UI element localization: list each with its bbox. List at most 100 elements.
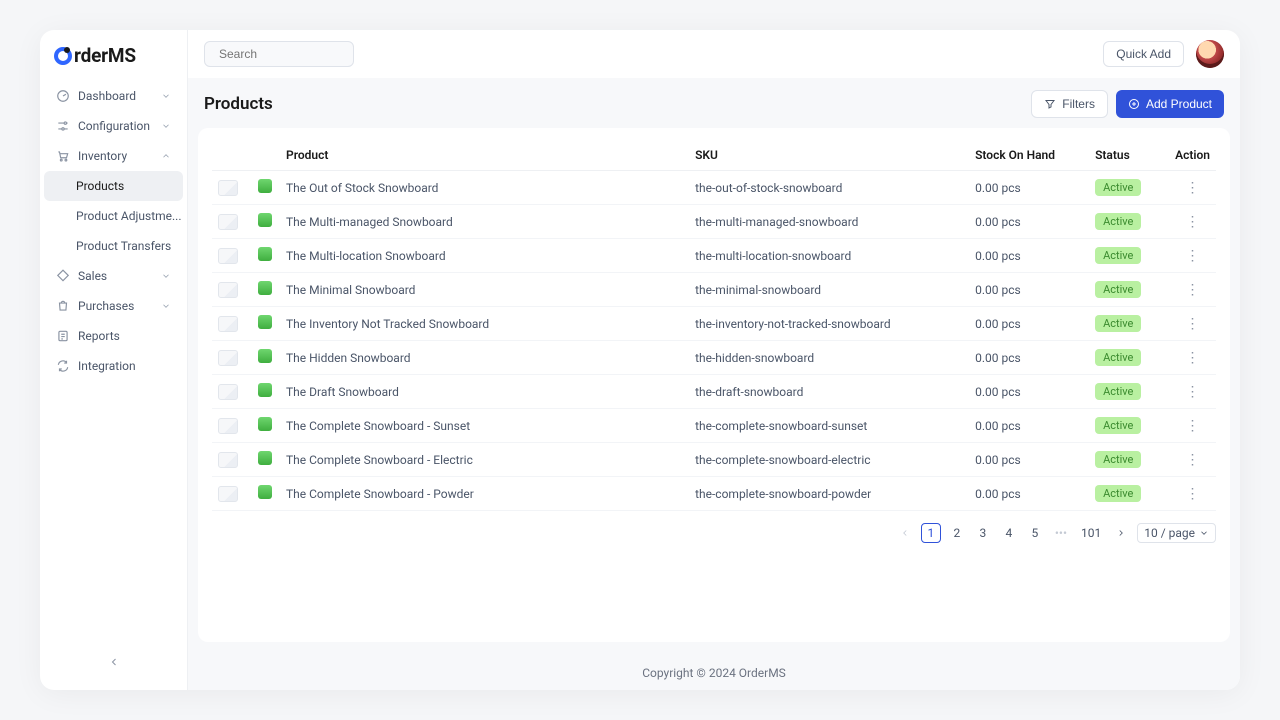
- cell-sku: the-out-of-stock-snowboard: [689, 171, 969, 205]
- cell-stock: 0.00 pcs: [969, 409, 1089, 443]
- shopify-flag-icon: [258, 281, 272, 295]
- main: Quick Add Products Filters Add Product: [188, 30, 1240, 690]
- quick-add-button[interactable]: Quick Add: [1103, 41, 1184, 67]
- table-row[interactable]: The Draft Snowboard the-draft-snowboard …: [212, 375, 1216, 409]
- sidebar-sub-adjustments[interactable]: Product Adjustme...: [44, 201, 183, 231]
- image-placeholder-icon: [218, 214, 238, 230]
- page-ellipsis[interactable]: •••: [1051, 523, 1071, 543]
- page-3[interactable]: 3: [973, 523, 993, 543]
- filters-button[interactable]: Filters: [1031, 90, 1108, 118]
- cell-product: The Inventory Not Tracked Snowboard: [280, 307, 689, 341]
- page-prev[interactable]: [895, 523, 915, 543]
- page-last[interactable]: 101: [1077, 523, 1105, 543]
- cell-product: The Draft Snowboard: [280, 375, 689, 409]
- row-menu-button[interactable]: ⋮: [1186, 316, 1200, 332]
- th-product: Product: [280, 140, 689, 171]
- sidebar-item-configuration[interactable]: Configuration: [44, 111, 183, 141]
- cell-stock: 0.00 pcs: [969, 239, 1089, 273]
- cell-sku: the-complete-snowboard-electric: [689, 443, 969, 477]
- page-header: Products Filters Add Product: [188, 78, 1240, 128]
- row-menu-button[interactable]: ⋮: [1186, 452, 1200, 468]
- image-placeholder-icon: [218, 248, 238, 264]
- sidebar-item-purchases[interactable]: Purchases: [44, 291, 183, 321]
- filters-label: Filters: [1062, 97, 1095, 111]
- shopify-flag-icon: [258, 485, 272, 499]
- topbar: Quick Add: [188, 30, 1240, 78]
- table-row[interactable]: The Minimal Snowboard the-minimal-snowbo…: [212, 273, 1216, 307]
- chevron-down-icon: [161, 301, 171, 311]
- sidebar-sub-products[interactable]: Products: [44, 171, 183, 201]
- sidebar-item-integration[interactable]: Integration: [44, 351, 183, 381]
- add-product-label: Add Product: [1146, 97, 1212, 111]
- brand-mark-icon: [54, 47, 72, 65]
- page-4[interactable]: 4: [999, 523, 1019, 543]
- avatar[interactable]: [1196, 40, 1224, 68]
- row-menu-button[interactable]: ⋮: [1186, 248, 1200, 264]
- table-row[interactable]: The Multi-managed Snowboard the-multi-ma…: [212, 205, 1216, 239]
- sidebar-item-label: Inventory: [78, 149, 127, 163]
- cell-stock: 0.00 pcs: [969, 171, 1089, 205]
- page-next[interactable]: [1111, 523, 1131, 543]
- chevron-down-icon: [161, 271, 171, 281]
- page-size-select[interactable]: 10 / page: [1137, 523, 1216, 543]
- page-5[interactable]: 5: [1025, 523, 1045, 543]
- row-menu-button[interactable]: ⋮: [1186, 486, 1200, 502]
- shopify-flag-icon: [258, 179, 272, 193]
- plus-circle-icon: [1128, 98, 1140, 110]
- table-row[interactable]: The Multi-location Snowboard the-multi-l…: [212, 239, 1216, 273]
- sliders-icon: [56, 119, 70, 133]
- row-menu-button[interactable]: ⋮: [1186, 282, 1200, 298]
- image-placeholder-icon: [218, 384, 238, 400]
- table-row[interactable]: The Complete Snowboard - Electric the-co…: [212, 443, 1216, 477]
- page-1[interactable]: 1: [921, 523, 941, 543]
- row-menu-button[interactable]: ⋮: [1186, 350, 1200, 366]
- page-size-label: 10 / page: [1144, 526, 1195, 540]
- row-menu-button[interactable]: ⋮: [1186, 180, 1200, 196]
- cell-sku: the-draft-snowboard: [689, 375, 969, 409]
- status-badge: Active: [1095, 315, 1141, 332]
- cell-product: The Complete Snowboard - Sunset: [280, 409, 689, 443]
- status-badge: Active: [1095, 349, 1141, 366]
- sidebar-collapse-button[interactable]: [102, 650, 126, 674]
- add-product-button[interactable]: Add Product: [1116, 90, 1224, 118]
- tag-icon: [56, 269, 70, 283]
- chevron-left-icon: [108, 656, 120, 668]
- cell-stock: 0.00 pcs: [969, 341, 1089, 375]
- sidebar-sub-transfers[interactable]: Product Transfers: [44, 231, 183, 261]
- status-badge: Active: [1095, 281, 1141, 298]
- cell-sku: the-minimal-snowboard: [689, 273, 969, 307]
- row-menu-button[interactable]: ⋮: [1186, 418, 1200, 434]
- sidebar-item-reports[interactable]: Reports: [44, 321, 183, 351]
- chevron-down-icon: [161, 91, 171, 101]
- sidebar-item-dashboard[interactable]: Dashboard: [44, 81, 183, 111]
- sidebar-item-sales[interactable]: Sales: [44, 261, 183, 291]
- search-input-wrap[interactable]: [204, 41, 354, 67]
- table-row[interactable]: The Complete Snowboard - Powder the-comp…: [212, 477, 1216, 511]
- products-table: Product SKU Stock On Hand Status Action …: [212, 140, 1216, 511]
- sidebar-item-inventory[interactable]: Inventory: [44, 141, 183, 171]
- shopify-flag-icon: [258, 383, 272, 397]
- table-row[interactable]: The Hidden Snowboard the-hidden-snowboar…: [212, 341, 1216, 375]
- status-badge: Active: [1095, 179, 1141, 196]
- status-badge: Active: [1095, 417, 1141, 434]
- image-placeholder-icon: [218, 180, 238, 196]
- status-badge: Active: [1095, 451, 1141, 468]
- chevron-down-icon: [161, 121, 171, 131]
- table-row[interactable]: The Complete Snowboard - Sunset the-comp…: [212, 409, 1216, 443]
- row-menu-button[interactable]: ⋮: [1186, 214, 1200, 230]
- cell-sku: the-complete-snowboard-powder: [689, 477, 969, 511]
- brand-logo[interactable]: rderMS: [40, 30, 187, 77]
- table-row[interactable]: The Out of Stock Snowboard the-out-of-st…: [212, 171, 1216, 205]
- cell-product: The Out of Stock Snowboard: [280, 171, 689, 205]
- cell-sku: the-multi-managed-snowboard: [689, 205, 969, 239]
- search-input[interactable]: [219, 47, 374, 61]
- cell-product: The Multi-managed Snowboard: [280, 205, 689, 239]
- page-2[interactable]: 2: [947, 523, 967, 543]
- cell-product: The Hidden Snowboard: [280, 341, 689, 375]
- shopify-flag-icon: [258, 247, 272, 261]
- pagination: 1 2 3 4 5 ••• 101 10 / page: [212, 511, 1216, 543]
- row-menu-button[interactable]: ⋮: [1186, 384, 1200, 400]
- sidebar-item-label: Configuration: [78, 119, 150, 133]
- table-row[interactable]: The Inventory Not Tracked Snowboard the-…: [212, 307, 1216, 341]
- bag-icon: [56, 299, 70, 313]
